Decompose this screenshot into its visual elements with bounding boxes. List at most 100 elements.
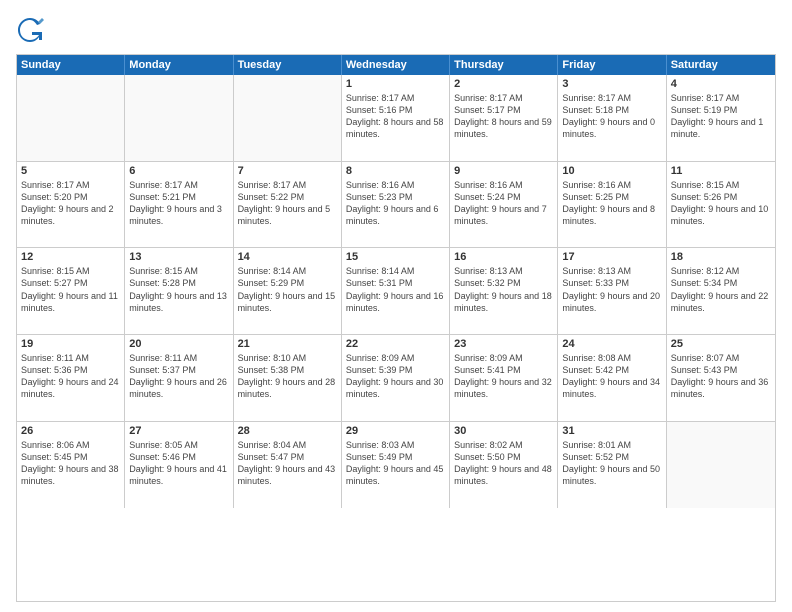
day-number: 21 [238, 338, 337, 350]
day-number: 7 [238, 165, 337, 177]
header [16, 16, 776, 44]
calendar-cell: 30 Sunrise: 8:02 AMSunset: 5:50 PMDayligh… [450, 422, 558, 509]
calendar-header-cell: Wednesday [342, 55, 450, 75]
day-number: 11 [671, 165, 771, 177]
day-number: 15 [346, 251, 445, 263]
calendar-row: 19Sunrise: 8:11 AMSunset: 5:36 PMDayligh… [17, 335, 775, 422]
cell-info: Sunrise: 8:16 AMSunset: 5:24 PMDaylight:… [454, 179, 553, 228]
calendar-header-cell: Saturday [667, 55, 775, 75]
day-number: 10 [562, 165, 661, 177]
calendar-cell: 8 Sunrise: 8:16 AMSunset: 5:23 PMDaylight… [342, 162, 450, 248]
cell-info: Sunrise: 8:15 AMSunset: 5:28 PMDaylight:… [129, 265, 228, 314]
cell-info: Sunrise: 8:10 AMSunset: 5:38 PMDaylight:… [238, 352, 337, 401]
calendar-cell: 7 Sunrise: 8:17 AMSunset: 5:22 PMDaylight… [234, 162, 342, 248]
calendar-cell: 2 Sunrise: 8:17 AMSunset: 5:17 PMDaylight… [450, 75, 558, 161]
day-number: 24 [562, 338, 661, 350]
calendar-cell: 3 Sunrise: 8:17 AMSunset: 5:18 PMDaylight… [558, 75, 666, 161]
day-number: 25 [671, 338, 771, 350]
day-number: 3 [562, 78, 661, 90]
logo-icon [16, 16, 44, 44]
cell-info: Sunrise: 8:14 AMSunset: 5:29 PMDaylight:… [238, 265, 337, 314]
cell-info: Sunrise: 8:01 AMSunset: 5:52 PMDaylight:… [562, 439, 661, 488]
day-number: 23 [454, 338, 553, 350]
cell-info: Sunrise: 8:08 AMSunset: 5:42 PMDaylight:… [562, 352, 661, 401]
calendar-cell: 5 Sunrise: 8:17 AMSunset: 5:20 PMDaylight… [17, 162, 125, 248]
day-number: 28 [238, 425, 337, 437]
cell-info: Sunrise: 8:09 AMSunset: 5:41 PMDaylight:… [454, 352, 553, 401]
calendar-cell: 4Sunrise: 8:17 AMSunset: 5:19 PMDaylight… [667, 75, 775, 161]
cell-info: Sunrise: 8:17 AMSunset: 5:20 PMDaylight:… [21, 179, 120, 228]
cell-info: Sunrise: 8:03 AMSunset: 5:49 PMDaylight:… [346, 439, 445, 488]
day-number: 30 [454, 425, 553, 437]
calendar-cell: 11Sunrise: 8:15 AMSunset: 5:26 PMDayligh… [667, 162, 775, 248]
day-number: 4 [671, 78, 771, 90]
cell-info: Sunrise: 8:13 AMSunset: 5:32 PMDaylight:… [454, 265, 553, 314]
day-number: 14 [238, 251, 337, 263]
calendar-cell: 20Sunrise: 8:11 AMSunset: 5:37 PMDayligh… [125, 335, 233, 421]
cell-info: Sunrise: 8:16 AMSunset: 5:23 PMDaylight:… [346, 179, 445, 228]
cell-info: Sunrise: 8:17 AMSunset: 5:21 PMDaylight:… [129, 179, 228, 228]
calendar-cell: 1 Sunrise: 8:17 AMSunset: 5:16 PMDaylight… [342, 75, 450, 161]
page: SundayMondayTuesdayWednesdayThursdayFrid… [0, 0, 792, 612]
cell-info: Sunrise: 8:04 AMSunset: 5:47 PMDaylight:… [238, 439, 337, 488]
cell-info: Sunrise: 8:05 AMSunset: 5:46 PMDaylight:… [129, 439, 228, 488]
calendar-header: SundayMondayTuesdayWednesdayThursdayFrid… [17, 55, 775, 75]
calendar-body: 1 Sunrise: 8:17 AMSunset: 5:16 PMDaylight… [17, 75, 775, 595]
calendar-cell: 31 Sunrise: 8:01 AMSunset: 5:52 PMDayligh… [558, 422, 666, 509]
calendar-header-cell: Monday [125, 55, 233, 75]
calendar-cell: 13Sunrise: 8:15 AMSunset: 5:28 PMDayligh… [125, 248, 233, 334]
calendar-cell: 14 Sunrise: 8:14 AMSunset: 5:29 PMDayligh… [234, 248, 342, 334]
cell-info: Sunrise: 8:02 AMSunset: 5:50 PMDaylight:… [454, 439, 553, 488]
day-number: 27 [129, 425, 228, 437]
calendar-cell: 16 Sunrise: 8:13 AMSunset: 5:32 PMDayligh… [450, 248, 558, 334]
calendar-cell: 26Sunrise: 8:06 AMSunset: 5:45 PMDayligh… [17, 422, 125, 509]
calendar: SundayMondayTuesdayWednesdayThursdayFrid… [16, 54, 776, 602]
calendar-cell: 21 Sunrise: 8:10 AMSunset: 5:38 PMDayligh… [234, 335, 342, 421]
day-number: 22 [346, 338, 445, 350]
calendar-cell: 23 Sunrise: 8:09 AMSunset: 5:41 PMDayligh… [450, 335, 558, 421]
calendar-cell: 18Sunrise: 8:12 AMSunset: 5:34 PMDayligh… [667, 248, 775, 334]
calendar-row: 12 Sunrise: 8:15 AMSunset: 5:27 PMDayligh… [17, 248, 775, 335]
day-number: 31 [562, 425, 661, 437]
day-number: 1 [346, 78, 445, 90]
calendar-cell [234, 75, 342, 161]
calendar-header-cell: Thursday [450, 55, 558, 75]
calendar-cell: 27 Sunrise: 8:05 AMSunset: 5:46 PMDayligh… [125, 422, 233, 509]
calendar-cell [125, 75, 233, 161]
cell-info: Sunrise: 8:13 AMSunset: 5:33 PMDaylight:… [562, 265, 661, 314]
calendar-cell [667, 422, 775, 509]
cell-info: Sunrise: 8:15 AMSunset: 5:27 PMDaylight:… [21, 265, 120, 314]
cell-info: Sunrise: 8:11 AMSunset: 5:37 PMDaylight:… [129, 352, 228, 401]
cell-info: Sunrise: 8:17 AMSunset: 5:22 PMDaylight:… [238, 179, 337, 228]
day-number: 2 [454, 78, 553, 90]
day-number: 5 [21, 165, 120, 177]
day-number: 26 [21, 425, 120, 437]
calendar-header-cell: Friday [558, 55, 666, 75]
calendar-row: 26Sunrise: 8:06 AMSunset: 5:45 PMDayligh… [17, 422, 775, 509]
calendar-row: 5 Sunrise: 8:17 AMSunset: 5:20 PMDaylight… [17, 162, 775, 249]
calendar-cell: 15Sunrise: 8:14 AMSunset: 5:31 PMDayligh… [342, 248, 450, 334]
calendar-row: 1 Sunrise: 8:17 AMSunset: 5:16 PMDaylight… [17, 75, 775, 162]
cell-info: Sunrise: 8:16 AMSunset: 5:25 PMDaylight:… [562, 179, 661, 228]
calendar-cell: 28 Sunrise: 8:04 AMSunset: 5:47 PMDayligh… [234, 422, 342, 509]
cell-info: Sunrise: 8:12 AMSunset: 5:34 PMDaylight:… [671, 265, 771, 314]
calendar-cell: 25Sunrise: 8:07 AMSunset: 5:43 PMDayligh… [667, 335, 775, 421]
day-number: 9 [454, 165, 553, 177]
calendar-cell: 9 Sunrise: 8:16 AMSunset: 5:24 PMDaylight… [450, 162, 558, 248]
day-number: 29 [346, 425, 445, 437]
calendar-cell: 19Sunrise: 8:11 AMSunset: 5:36 PMDayligh… [17, 335, 125, 421]
day-number: 8 [346, 165, 445, 177]
day-number: 16 [454, 251, 553, 263]
day-number: 12 [21, 251, 120, 263]
cell-info: Sunrise: 8:17 AMSunset: 5:16 PMDaylight:… [346, 92, 445, 141]
cell-info: Sunrise: 8:17 AMSunset: 5:18 PMDaylight:… [562, 92, 661, 141]
day-number: 17 [562, 251, 661, 263]
cell-info: Sunrise: 8:17 AMSunset: 5:17 PMDaylight:… [454, 92, 553, 141]
calendar-cell: 6Sunrise: 8:17 AMSunset: 5:21 PMDaylight… [125, 162, 233, 248]
calendar-header-cell: Tuesday [234, 55, 342, 75]
day-number: 19 [21, 338, 120, 350]
logo [16, 16, 46, 44]
calendar-cell: 22Sunrise: 8:09 AMSunset: 5:39 PMDayligh… [342, 335, 450, 421]
calendar-cell: 24 Sunrise: 8:08 AMSunset: 5:42 PMDayligh… [558, 335, 666, 421]
calendar-cell: 29 Sunrise: 8:03 AMSunset: 5:49 PMDayligh… [342, 422, 450, 509]
